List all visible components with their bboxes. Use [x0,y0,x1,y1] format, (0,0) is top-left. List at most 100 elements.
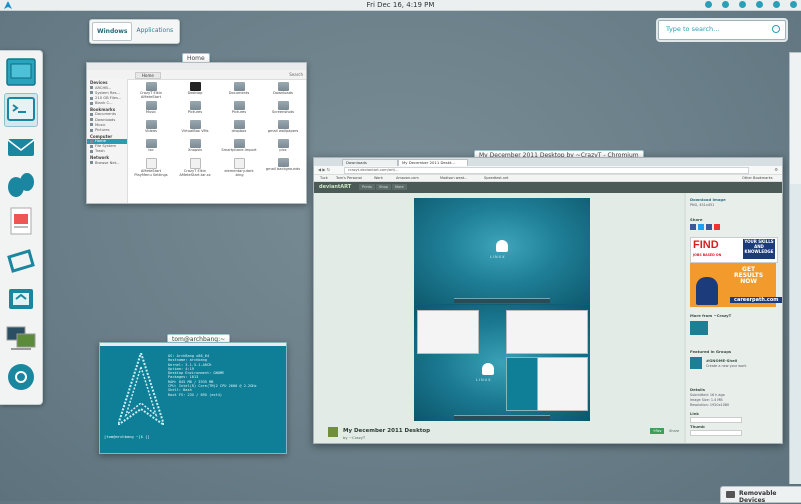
link-field[interactable] [690,417,742,423]
folder-icon [233,139,245,148]
empathy-chat-icon[interactable] [5,169,37,201]
chromium-icon[interactable] [5,361,37,393]
bookmark-item[interactable]: Other Bookmarks [742,175,773,181]
folder-icon [145,120,157,129]
file-item[interactable]: AMeteStart PlayMenu Settings [129,156,173,177]
da-nav-item[interactable]: Shop [376,184,391,190]
reddit-icon[interactable] [714,224,720,230]
mini-dock [454,415,550,420]
sidebar-item[interactable]: Browse Net... [87,160,127,165]
bookmark-item[interactable]: Tuck [320,175,328,181]
art-title: My December 2011 Desktop [343,428,431,434]
home-file-manager-window[interactable]: Home Search Devices ARCHB... System Res.… [86,62,307,204]
bookmark-item[interactable]: Amazon.com [396,175,419,181]
da-nav-item[interactable]: Prints [359,184,375,190]
file-label: Pictures [231,110,247,114]
folder-icon [189,82,201,91]
featured-group-link[interactable]: #GNOME-Shell [706,358,737,363]
bookmark-item[interactable]: Work [374,175,383,181]
terminal-window[interactable]: OS: ArchBang x86_64 Hostname: archbang K… [99,342,287,454]
advertisement-results[interactable]: GET RESULTS NOW careerpath.com [690,263,782,307]
file-item[interactable]: Downloads [261,80,305,99]
network-manager-icon[interactable] [5,283,37,315]
keyboard-icon[interactable] [773,1,780,8]
home-path-button[interactable]: Home [135,72,161,79]
bookmark-item[interactable]: Speedtest.net [484,175,509,181]
chromium-window[interactable]: Downloads My December 2011 Deskt... ◀ ▶ … [313,157,783,444]
tab-windows[interactable]: Windows [92,22,133,41]
desktop-screenshot-image[interactable]: LINUX LINUX [414,198,590,421]
file-item[interactable]: gmail backgrounds [261,156,305,175]
clock[interactable]: Fri Dec 16, 4:19 PM [0,0,801,10]
file-item[interactable]: Documents [217,80,261,99]
offscreen-window[interactable] [789,184,801,484]
group-thumbnail[interactable] [690,357,702,369]
bookmark-item[interactable]: Tom's Personal [336,175,362,181]
bluetooth-icon[interactable] [739,1,746,8]
art-author-link[interactable]: by ~CrazyT [343,435,365,440]
file-item[interactable]: CrazyT Elkin AMeteStart [129,80,173,99]
ad-person-image [696,277,718,305]
mail-icon[interactable] [5,131,37,163]
file-item[interactable]: Music [129,99,173,118]
file-item[interactable]: pics [261,137,305,156]
file-item[interactable]: Pictures [217,99,261,118]
volume-icon[interactable] [722,1,729,8]
file-label: Videos [145,129,157,133]
file-item[interactable]: CrazyT Elkin AMeteStart.tar.xz [173,156,217,177]
offscreen-window[interactable] [789,52,801,186]
wrench-menu-icon[interactable]: ⚙ [774,167,778,172]
share-icon[interactable] [706,224,712,230]
removable-devices-button[interactable]: Removable Devices [720,486,801,504]
wallpaper-brand: LINUX [476,378,492,382]
thumb-field[interactable] [690,430,742,436]
more-from-thumbnail[interactable] [690,321,708,335]
file-item[interactable]: Screenshots [261,99,305,118]
wifi-icon[interactable] [756,1,763,8]
file-item[interactable]: Iso [129,137,173,156]
advertisement-find[interactable]: FIND JOBS BASED ON YOUR SKILLS AND KNOWL… [690,237,778,263]
file-item[interactable]: VirtualBox VMs [173,118,217,137]
sidebar-item[interactable]: Pictures [87,127,127,132]
folder-icon [277,158,289,167]
facebook-icon[interactable] [690,224,696,230]
terminal-prompt[interactable]: [tom@archbang ~]$ [] [104,434,150,439]
terminal-icon[interactable] [4,93,38,127]
search-input[interactable]: Type to search... [658,20,786,40]
sidebar-item[interactable]: Trash [87,149,127,154]
deviantart-logo[interactable]: deviantART [319,184,351,190]
workspace-switcher-icon[interactable] [5,56,37,88]
home-search-field[interactable]: Search [289,72,303,77]
file-item[interactable]: Videos [129,118,173,137]
folder-icon [189,101,201,110]
file-item[interactable]: Pictures [173,99,217,118]
search-placeholder: Type to search... [666,25,720,33]
da-nav-item[interactable]: More [392,184,407,190]
back-forward-icon[interactable]: ◀ ▶ ↻ [318,167,330,172]
file-label: dropbox [231,129,247,133]
file-item[interactable]: Desktop [173,80,217,99]
vpn-tunnel-icon[interactable] [5,245,37,277]
user-menu-icon[interactable] [790,1,797,8]
office-document-icon[interactable] [5,205,37,237]
twitter-icon[interactable] [698,224,704,230]
tab-applications[interactable]: Applications [132,22,177,41]
file-label: Downloads [273,91,293,95]
download-image-link[interactable]: Download Image [690,197,726,202]
folder-icon [189,120,201,129]
dropbox-icon[interactable] [705,1,712,8]
file-item[interactable]: gmail wallpapers [261,118,305,137]
url-bar[interactable]: crazyt.deviantart.com/art/... [344,167,749,174]
sidebar-item[interactable]: Blank C... [87,101,127,106]
share-link[interactable]: Share [669,428,679,434]
file-item[interactable]: Smartphone.Import [217,137,261,156]
file-item[interactable]: Xnopsis [173,137,217,156]
folder-icon [277,120,289,129]
file-item[interactable]: elementary.dark .bing [217,156,261,177]
file-item[interactable]: dropbox [217,118,261,137]
bookmark-item[interactable]: Madison weat... [440,175,468,181]
artist-avatar[interactable] [328,427,338,437]
fav-button[interactable]: +Fav [650,428,664,434]
remote-desktop-icon[interactable] [5,321,37,353]
file-label: CrazyT Elkin AMeteStart [139,91,163,99]
